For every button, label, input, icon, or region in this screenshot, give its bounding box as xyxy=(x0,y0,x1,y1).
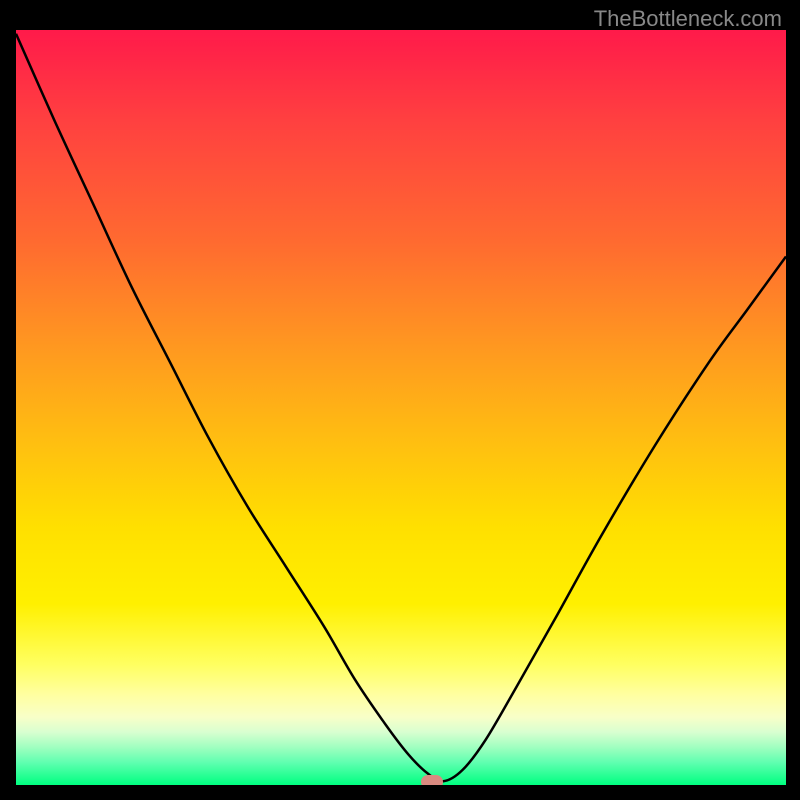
optimal-point-marker xyxy=(421,775,443,785)
watermark-text: TheBottleneck.com xyxy=(594,6,782,32)
curve-path xyxy=(16,34,786,782)
bottleneck-curve xyxy=(16,30,786,785)
chart-container xyxy=(16,30,786,785)
